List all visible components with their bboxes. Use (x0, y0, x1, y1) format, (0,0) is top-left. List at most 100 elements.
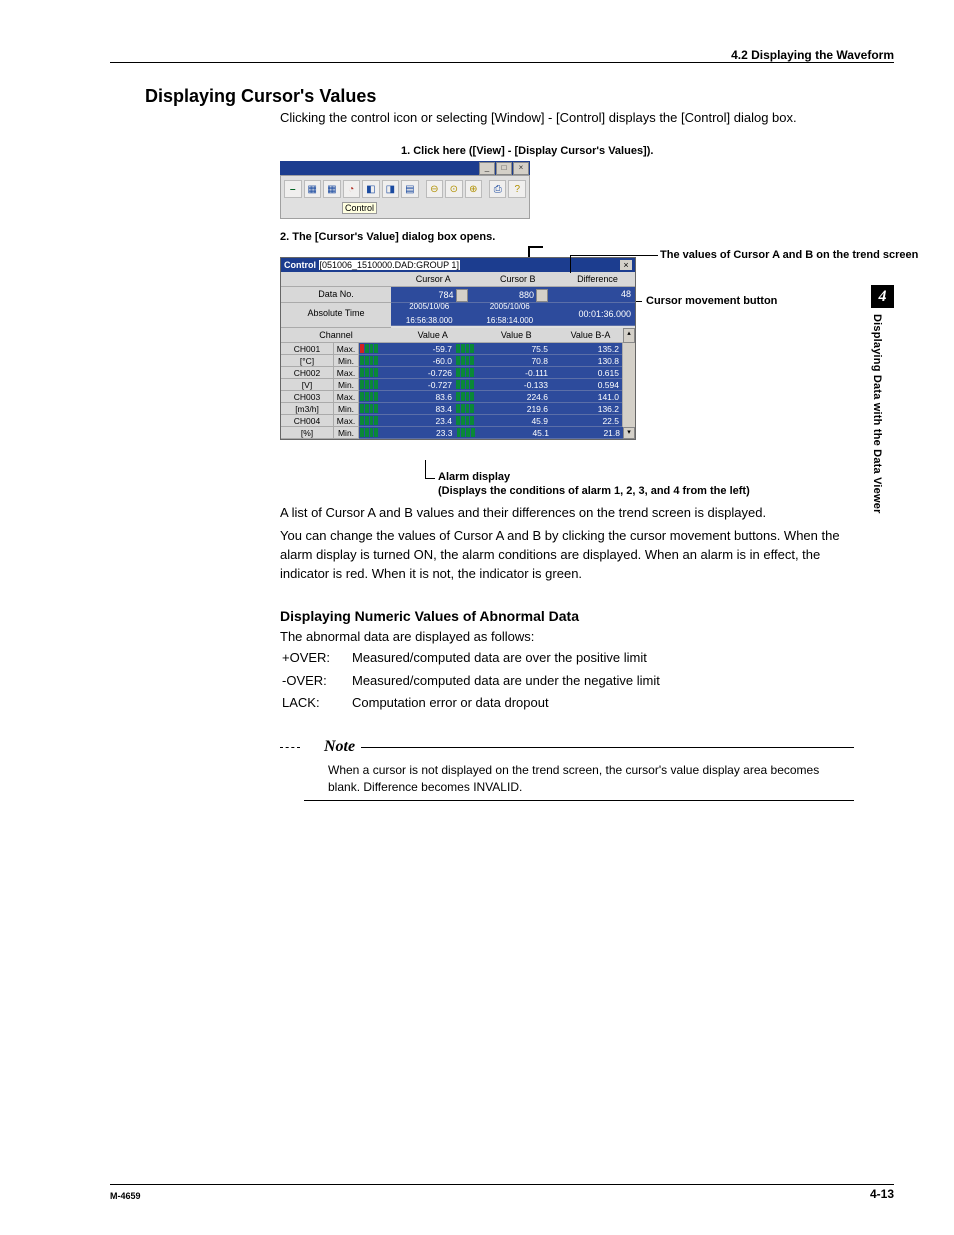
table-row: [m3/h]Min.83.4219.6136.2 (281, 403, 635, 415)
table-row: CH002Max.-0.726-0.1110.615 (281, 367, 635, 379)
abnormal-definitions: +OVER:Measured/computed data are over th… (280, 647, 668, 718)
annot-alarm-display-detail: (Displays the conditions of alarm 1, 2, … (438, 485, 750, 497)
step1-callout: 1. Click here ([View] - [Display Cursor'… (401, 145, 854, 157)
table-row: [V]Min.-0.727-0.1330.594 (281, 379, 635, 391)
alarm-indicator (455, 391, 475, 403)
stat-label: Max. (334, 391, 359, 403)
col-difference: Difference (560, 272, 635, 287)
row-abstime-label: Absolute Time (281, 303, 391, 328)
col-cursor-a: Cursor A (391, 272, 476, 287)
row-channel-label: Channel (281, 328, 391, 343)
channel-rows: CH001Max.-59.775.5135.2[°C]Min.-60.070.8… (281, 343, 635, 439)
value-diff: 136.2 (551, 403, 622, 415)
table-row: CH004Max.23.445.922.5 (281, 415, 635, 427)
datano-b: 880 (472, 287, 553, 303)
value-diff: 21.8 (552, 427, 623, 439)
print-icon[interactable]: ⎙ (489, 180, 507, 198)
scrollbar-track[interactable] (622, 355, 635, 367)
zoom-in-icon[interactable]: ⊕ (465, 180, 483, 198)
abnormal-title: Displaying Numeric Values of Abnormal Da… (280, 606, 854, 626)
value-b: 224.6 (475, 391, 551, 403)
close-icon[interactable]: × (620, 260, 632, 270)
value-b: 75.5 (475, 343, 551, 355)
step2-caption: 2. The [Cursor's Value] dialog box opens… (280, 231, 854, 243)
value-diff: 0.615 (551, 367, 622, 379)
scroll-up-icon[interactable]: ▴ (623, 328, 635, 343)
alarm-indicator (455, 367, 475, 379)
value-b: 70.8 (475, 355, 551, 367)
cursor-a-spinner[interactable] (456, 289, 468, 302)
alarm-indicator (455, 403, 475, 415)
toolbar-icon-1[interactable]: ⎯ (284, 180, 302, 198)
channel-name: [V] (281, 379, 334, 391)
annot-alarm-display: Alarm display (438, 471, 510, 483)
note-title: Note (324, 735, 355, 758)
table-row: CH001Max. -59.7 75.5135.2 (281, 343, 635, 355)
alarm-indicator (456, 427, 476, 439)
note-body: When a cursor is not displayed on the tr… (328, 762, 854, 796)
scroll-down-icon[interactable]: ▾ (623, 427, 635, 439)
zoom-out-icon[interactable]: ⊖ (426, 180, 444, 198)
value-b: 219.6 (475, 403, 551, 415)
toolbar-icon-7[interactable]: ▤ (401, 180, 419, 198)
channel-name: [°C] (281, 355, 334, 367)
alarm-indicator (455, 355, 475, 367)
control-icon[interactable]: ◨ (382, 180, 400, 198)
maximize-icon[interactable]: □ (496, 162, 512, 175)
value-a: 83.4 (379, 403, 455, 415)
table-row: [%]Min. 23.3 45.121.8▾ (281, 427, 635, 439)
abnormal-intro: The abnormal data are displayed as follo… (280, 628, 854, 647)
footer-rule (110, 1184, 894, 1185)
stat-label: Max. (334, 343, 359, 355)
channel-name: CH003 (281, 391, 334, 403)
scrollbar-track[interactable] (622, 367, 635, 379)
alarm-indicator (455, 379, 475, 391)
stat-label: Min. (334, 379, 359, 391)
control-dialog: Control [051006_1510000.DAD:GROUP 1] × C… (280, 257, 636, 440)
scrollbar-track[interactable] (622, 391, 635, 403)
channel-name: [%] (281, 427, 334, 439)
value-a: 23.3 (379, 427, 456, 439)
alarm-indicator (359, 403, 379, 415)
toolbar-screenshot: _ □ × ⎯ ▦ ▦ ◔ ◧ ◨ ▤ ⊖ ⊙ ⊕ ⎙ ? Control (280, 161, 530, 219)
stat-label: Min. (334, 427, 359, 439)
toolbar-icon-4[interactable]: ◔ (343, 180, 361, 198)
zoom-reset-icon[interactable]: ⊙ (445, 180, 463, 198)
toolbar-icon-5[interactable]: ◧ (362, 180, 380, 198)
abstime-diff: 00:01:36.000 (552, 303, 635, 326)
channel-name: CH001 (281, 343, 334, 355)
stat-label: Min. (334, 403, 359, 415)
scrollbar-track[interactable] (622, 379, 635, 391)
scrollbar-track[interactable] (622, 343, 635, 355)
blank-head (281, 272, 391, 287)
definition-row: LACK:Computation error or data dropout (282, 694, 666, 715)
value-a: -0.726 (379, 367, 455, 379)
value-diff: 0.594 (551, 379, 622, 391)
help-icon[interactable]: ? (508, 180, 526, 198)
scrollbar-track[interactable] (622, 403, 635, 415)
paragraph-1: A list of Cursor A and B values and thei… (280, 504, 854, 523)
header-rule (110, 62, 894, 63)
toolbar-icon-2[interactable]: ▦ (304, 180, 322, 198)
value-a: -0.727 (379, 379, 455, 391)
datano-a: 784 (391, 287, 472, 303)
stat-label: Max. (334, 367, 359, 379)
value-a: -59.7 (379, 343, 455, 355)
toolbar-icon-3[interactable]: ▦ (323, 180, 341, 198)
col-value-a: Value A (391, 328, 475, 343)
footer-page-number: 4-13 (870, 1187, 894, 1201)
close-icon[interactable]: × (513, 162, 529, 175)
side-tab: 4 Displaying Data with the Data Viewer (871, 285, 894, 574)
value-diff: 141.0 (551, 391, 622, 403)
value-diff: 135.2 (551, 343, 622, 355)
value-b: 45.1 (476, 427, 553, 439)
minimize-icon[interactable]: _ (479, 162, 495, 175)
stat-label: Max. (334, 415, 359, 427)
value-a: 23.4 (379, 415, 455, 427)
col-value-b: Value B (475, 328, 559, 343)
scrollbar-track[interactable] (622, 415, 635, 427)
value-b: -0.111 (475, 367, 551, 379)
chapter-title-vertical: Displaying Data with the Data Viewer (871, 314, 883, 574)
table-row: CH003Max.83.6224.6141.0 (281, 391, 635, 403)
cursor-b-spinner[interactable] (536, 289, 548, 302)
